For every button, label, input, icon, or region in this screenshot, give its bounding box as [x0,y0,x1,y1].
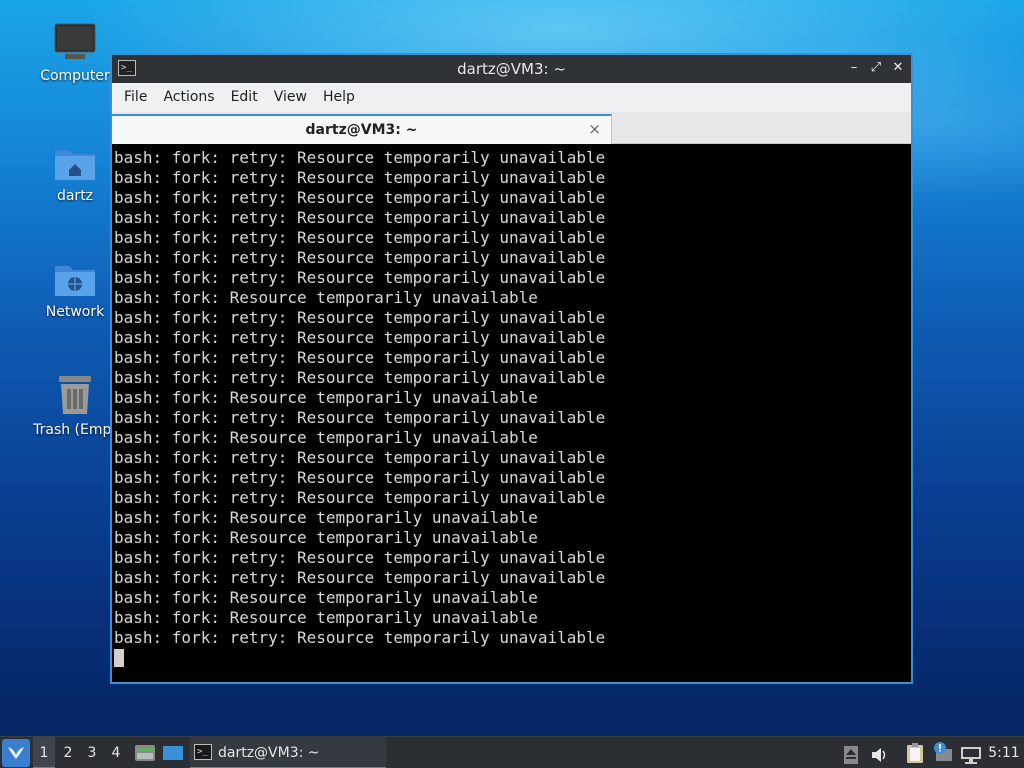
file-manager-launcher[interactable] [134,742,156,764]
computer-icon [54,23,96,59]
terminal-line: bash: fork: retry: Resource temporarily … [114,468,606,487]
terminal-line: bash: fork: Resource temporarily unavail… [114,508,538,527]
trash-icon [59,376,91,414]
menu-view[interactable]: View [266,83,315,112]
show-desktop-button[interactable] [162,742,184,764]
desktop: { "desktop": { "icons": [ {"label": "Com… [0,0,1024,768]
menu-file[interactable]: File [116,83,155,112]
terminal-line: bash: fork: retry: Resource temporarily … [114,488,606,507]
terminal-line: bash: fork: retry: Resource temporarily … [114,568,606,587]
tab-bar: dartz@VM3: ~ × [112,112,911,144]
terminal-output[interactable]: bash: fork: retry: Resource temporarily … [114,148,909,680]
terminal-line: bash: fork: Resource temporarily unavail… [114,588,538,607]
terminal-line: bash: fork: Resource temporarily unavail… [114,388,538,407]
task-label: dartz@VM3: ~ [218,745,320,761]
window-titlebar[interactable]: >_ dartz@VM3: ~ – ⤢ ✕ [112,55,911,83]
terminal-line: bash: fork: retry: Resource temporarily … [114,628,606,647]
workspace-3[interactable]: 3 [81,737,103,768]
tab-title: dartz@VM3: ~ [305,122,418,138]
notification-icon [934,742,952,761]
close-button[interactable]: ✕ [889,58,907,78]
terminal-line: bash: fork: Resource temporarily unavail… [114,428,538,447]
terminal-line: bash: fork: Resource temporarily unavail… [114,528,538,547]
desktop-icon [163,746,183,760]
taskbar: 1 2 3 4 >_ dartz@VM3: ~ 5:11 [0,736,1024,768]
tray-eject[interactable] [844,744,858,764]
terminal-line: bash: fork: retry: Resource temporarily … [114,208,606,227]
tab-terminal[interactable]: dartz@VM3: ~ × [112,114,612,144]
terminal-line: bash: fork: retry: Resource temporarily … [114,228,606,247]
tray-network[interactable] [960,744,982,764]
workspace-4[interactable]: 4 [105,737,127,768]
minimize-button[interactable]: – [845,58,863,78]
terminal-window[interactable]: >_ dartz@VM3: ~ – ⤢ ✕ File Actions Edit … [110,53,913,684]
network-folder-icon [55,266,95,296]
desktop-icon-label: Network [45,304,105,320]
desktop-icon-label: Computer [40,68,110,84]
taskbar-terminal-task[interactable]: >_ dartz@VM3: ~ [190,737,386,768]
desktop-icon-label: dartz [56,188,94,204]
terminal-line: bash: fork: retry: Resource temporarily … [114,548,606,567]
terminal-icon: >_ [194,744,212,760]
menubar: File Actions Edit View Help [112,83,911,112]
terminal-line: bash: fork: retry: Resource temporarily … [114,408,606,427]
tab-close-icon[interactable]: × [588,120,601,138]
volume-icon [872,748,886,762]
network-icon [961,747,981,764]
home-folder-icon [55,150,95,180]
terminal-line: bash: fork: retry: Resource temporarily … [114,248,606,267]
terminal-icon: >_ [118,60,136,76]
terminal-line: bash: fork: retry: Resource temporarily … [114,148,606,167]
window-title: dartz@VM3: ~ [457,60,566,78]
terminal-line: bash: fork: retry: Resource temporarily … [114,328,606,347]
lxqt-logo-icon [8,747,24,759]
tray-clipboard[interactable] [906,743,924,763]
menu-edit[interactable]: Edit [223,83,266,112]
workspace-1[interactable]: 1 [33,737,55,768]
terminal-line: bash: fork: retry: Resource temporarily … [114,448,606,467]
workspace-2[interactable]: 2 [57,737,79,768]
terminal-line: bash: fork: retry: Resource temporarily … [114,348,606,367]
clock[interactable]: 5:11 [984,737,1024,768]
clipboard-icon [907,743,923,763]
desktop-icon-label: Trash (Empt [33,422,117,438]
maximize-button[interactable]: ⤢ [867,58,885,78]
terminal-cursor [114,649,124,667]
terminal-line: bash: fork: retry: Resource temporarily … [114,268,606,287]
menu-help[interactable]: Help [315,83,363,112]
terminal-line: bash: fork: Resource temporarily unavail… [114,608,538,627]
eject-icon [844,746,858,764]
file-manager-icon [135,745,155,761]
terminal-line: bash: fork: retry: Resource temporarily … [114,168,606,187]
tray-notification[interactable] [932,741,954,763]
menu-actions[interactable]: Actions [155,83,222,112]
terminal-line: bash: fork: retry: Resource temporarily … [114,188,606,207]
terminal-line: bash: fork: Resource temporarily unavail… [114,288,538,307]
tray-volume[interactable] [870,744,890,762]
terminal-line: bash: fork: retry: Resource temporarily … [114,308,606,327]
start-menu-button[interactable] [2,739,30,767]
terminal-line: bash: fork: retry: Resource temporarily … [114,368,606,387]
